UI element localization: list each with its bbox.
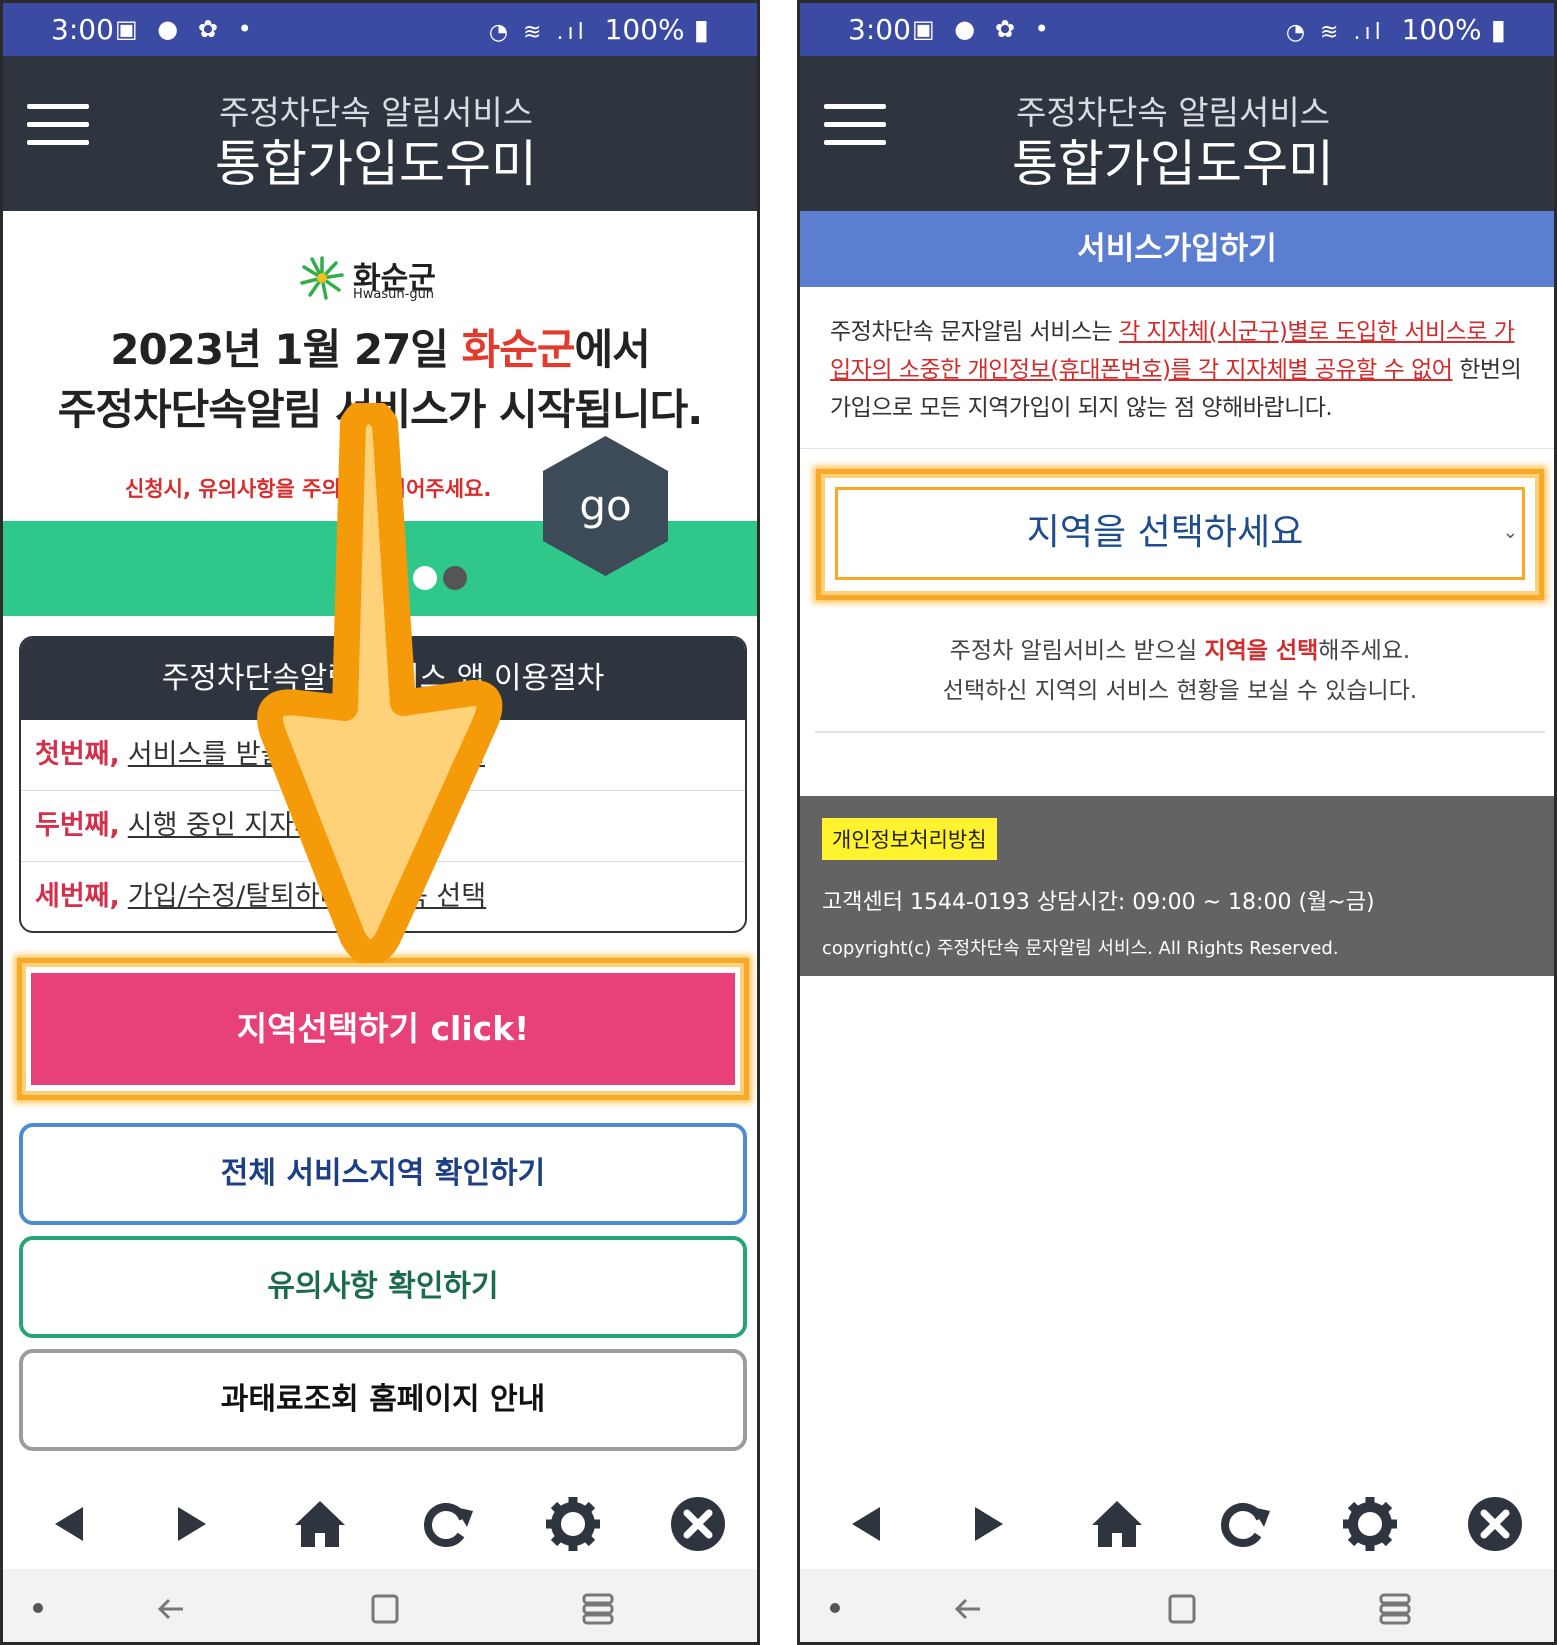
nav-dot-icon[interactable]	[830, 1603, 840, 1613]
settings-gear-icon[interactable]	[538, 1489, 608, 1569]
right-phone-screen: 3:00 ▣ ● ✿ • ◔ ≋ .ıl 100% ▮ 주정차단속 알림서비스 …	[797, 0, 1557, 1645]
home-icon[interactable]	[1082, 1489, 1152, 1569]
logo-text-en: Hwasun-gun	[353, 287, 435, 302]
forward-icon[interactable]	[158, 1489, 228, 1569]
wifi-signal-icon: ◔ ≋ .ıl	[488, 20, 588, 45]
footer: 개인정보처리방침 고객센터 1544-0193 상담시간: 09:00 ~ 18…	[800, 796, 1554, 976]
left-phone-screen: 3:00 ▣ ● ✿ • ◔ ≋ .ıl 100% ▮ 주정차단속 알림서비스 …	[0, 0, 760, 1645]
status-time: 3:00	[848, 13, 911, 46]
system-home-icon[interactable]	[1162, 1591, 1202, 1627]
battery-icon: ▮	[693, 13, 709, 46]
region-select-placeholder: 지역을 선택하세요	[1026, 512, 1304, 553]
settings-gear-icon[interactable]	[1335, 1489, 1405, 1569]
copyright: copyright(c) 주정차단속 문자알림 서비스. All Rights …	[822, 938, 1339, 959]
procedure-step-2[interactable]: 두번째, 시행 중인 지자체 확인	[21, 791, 745, 862]
select-help-text: 주정차 알림서비스 받으실 지역을 선택해주세요. 선택하신 지역의 서비스 현…	[815, 613, 1545, 733]
fine-lookup-button[interactable]: 과태료조회 홈페이지 안내	[19, 1349, 747, 1451]
system-back-icon[interactable]	[950, 1591, 990, 1627]
system-recents-icon[interactable]	[1375, 1591, 1415, 1627]
browser-toolbar	[3, 1489, 757, 1569]
divider	[800, 448, 1554, 449]
banner-headline-1: 2023년 1월 27일 화순군에서	[110, 325, 651, 374]
procedure-step-1[interactable]: 첫번째, 서비스를 받을 지역 선택하세요.	[21, 720, 745, 791]
procedure-title: 주정차단속알림 서비스 앱 이용절차	[21, 638, 745, 720]
back-icon[interactable]	[830, 1489, 900, 1569]
nav-dot-icon[interactable]	[33, 1603, 43, 1613]
procedure-step-3[interactable]: 세번째, 가입/수정/탈퇴하려는 항목 선택	[21, 862, 745, 931]
promo-banner[interactable]: 화순군 Hwasun-gun 2023년 1월 27일 화순군에서 주정차단속알…	[3, 211, 757, 616]
system-nav-bar	[3, 1569, 757, 1642]
status-bar: 3:00 ▣ ● ✿ • ◔ ≋ .ıl 100% ▮	[800, 3, 1554, 56]
notification-icons: ▣ ● ✿ •	[115, 15, 258, 43]
refresh-icon[interactable]	[411, 1489, 481, 1569]
privacy-policy-link[interactable]: 개인정보처리방침	[822, 818, 997, 860]
region-select[interactable]: 지역을 선택하세요 ⌄	[835, 487, 1525, 580]
app-header: 주정차단속 알림서비스 통합가입도우미	[3, 56, 757, 211]
status-bar: 3:00 ▣ ● ✿ • ◔ ≋ .ıl 100% ▮	[3, 3, 757, 56]
wifi-signal-icon: ◔ ≋ .ıl	[1285, 20, 1385, 45]
system-home-icon[interactable]	[365, 1591, 405, 1627]
service-join-header: 서비스가입하기	[800, 211, 1554, 287]
carousel-dot-1[interactable]	[413, 566, 437, 590]
caution-button[interactable]: 유의사항 확인하기	[19, 1236, 747, 1338]
close-icon[interactable]	[1460, 1489, 1530, 1569]
service-notice: 주정차단속 문자알림 서비스는 각 지자체(시군구)별로 도입한 서비스로 가입…	[830, 319, 1522, 421]
battery-percent: 100%	[604, 13, 685, 46]
status-right: ◔ ≋ .ıl 100% ▮	[489, 13, 709, 46]
all-regions-button[interactable]: 전체 서비스지역 확인하기	[19, 1123, 747, 1225]
procedure-panel: 주정차단속알림 서비스 앱 이용절차 첫번째, 서비스를 받을 지역 선택하세요.…	[19, 636, 747, 933]
status-time: 3:00	[51, 13, 114, 46]
banner-headline-2: 주정차단속알림 서비스가 시작됩니다.	[57, 385, 703, 434]
carousel-dot-2[interactable]	[443, 566, 467, 590]
system-nav-bar	[800, 1569, 1554, 1642]
refresh-icon[interactable]	[1208, 1489, 1278, 1569]
status-right: ◔ ≋ .ıl 100% ▮	[1286, 13, 1506, 46]
carousel-dots	[413, 566, 473, 594]
chevron-down-icon: ⌄	[1502, 522, 1518, 543]
close-icon[interactable]	[663, 1489, 733, 1569]
app-header: 주정차단속 알림서비스 통합가입도우미	[800, 56, 1554, 211]
forward-icon[interactable]	[955, 1489, 1025, 1569]
app-title: 통합가입도우미	[215, 135, 537, 193]
home-icon[interactable]	[285, 1489, 355, 1569]
banner-note: 신청시, 유의사항을 주의깊게 읽어주세요.	[125, 477, 492, 501]
battery-percent: 100%	[1401, 13, 1482, 46]
back-icon[interactable]	[33, 1489, 103, 1569]
notification-icons: ▣ ● ✿ •	[912, 15, 1055, 43]
system-back-icon[interactable]	[153, 1591, 193, 1627]
app-title: 통합가입도우미	[1012, 135, 1334, 193]
sunburst-logo-icon	[300, 256, 344, 300]
battery-icon: ▮	[1490, 13, 1506, 46]
browser-toolbar	[800, 1489, 1554, 1569]
system-recents-icon[interactable]	[578, 1591, 618, 1627]
select-region-button[interactable]: 지역선택하기 click!	[31, 973, 735, 1085]
contact-info: 고객센터 1544-0193 상담시간: 09:00 ~ 18:00 (월~금)	[822, 890, 1375, 915]
